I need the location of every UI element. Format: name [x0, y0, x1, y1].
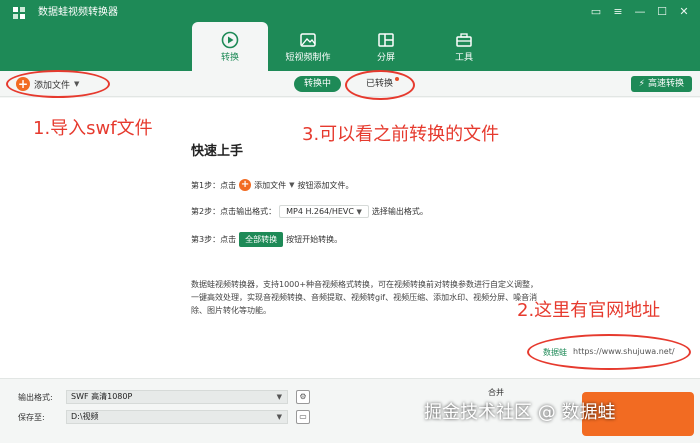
merge-label[interactable]: 合并 — [488, 387, 504, 398]
maximize-icon[interactable]: ☐ — [654, 4, 670, 20]
annotation-import: 1.导入swf文件 — [33, 118, 153, 139]
step-1-button-label[interactable]: 添加文件 — [254, 180, 286, 191]
step-2-suffix: 选择输出格式。 — [371, 207, 428, 216]
fast-convert-label: 高速转换 — [647, 79, 684, 89]
chevron-down-icon: ▼ — [276, 413, 282, 421]
convert-icon — [221, 31, 239, 49]
tab-short-video-label: 短视频制作 — [285, 53, 331, 63]
step-3: 第3步：点击 全部转换 按钮开始转换。 — [191, 232, 342, 247]
tab-convert[interactable]: 转换 — [192, 22, 268, 71]
output-format-chip-label: MP4 H.264/HEVC — [286, 207, 354, 216]
highlight-oval-add-file — [6, 70, 110, 98]
step-3-suffix: 按钮开始转换。 — [286, 235, 343, 244]
chevron-down-icon: ▼ — [276, 393, 282, 401]
fast-convert-button[interactable]: ⚡ 高速转换 — [630, 76, 692, 92]
convert-all-chip[interactable]: 全部转换 — [239, 232, 284, 247]
settings-icon[interactable]: ⚙ — [296, 390, 310, 404]
step-1-prefix: 第1步：点击 — [191, 180, 237, 190]
chevron-down-icon: ▼ — [289, 181, 295, 189]
step-3-prefix: 第3步：点击 — [191, 235, 237, 244]
output-format-label: 输出格式: — [18, 393, 53, 402]
quick-start-title: 快速上手 — [191, 144, 244, 159]
step-1-suffix: 按钮添加文件。 — [297, 180, 354, 190]
split-screen-icon — [378, 33, 394, 47]
plus-icon: + — [239, 179, 252, 191]
step-1: 第1步：点击 + 添加文件 ▼ 按钮添加文件。 — [191, 179, 353, 191]
window-controls: ▭ ≡ — ☐ ✕ — [588, 4, 692, 20]
image-icon — [300, 33, 316, 47]
output-format-value: SWF 高清1080P — [71, 392, 133, 401]
save-to-select[interactable]: D:\视频 ▼ — [66, 410, 288, 424]
chat-icon[interactable]: ▭ — [588, 4, 604, 20]
tab-short-video[interactable]: 短视频制作 — [270, 22, 346, 71]
highlight-oval-site — [527, 334, 691, 370]
step-2: 第2步：点击输出格式： MP4 H.264/HEVC ▼ 选择输出格式。 — [191, 205, 428, 218]
watermark: 掘金技术社区 @ 数据蛙 — [424, 402, 616, 423]
main-tabs: 转换 短视频制作 分屏 工具 — [192, 22, 504, 71]
lightning-icon: ⚡ — [638, 79, 645, 89]
save-to-value: D:\视频 — [71, 412, 99, 421]
output-format-select[interactable]: SWF 高清1080P ▼ — [66, 390, 288, 404]
highlight-oval-converted — [345, 70, 415, 100]
toolbox-icon — [456, 33, 472, 47]
menu-icon[interactable]: ≡ — [610, 4, 626, 20]
tab-split-screen-label: 分屏 — [376, 53, 395, 63]
app-title: 数据蛙视频转换器 — [38, 7, 118, 18]
annotation-history: 3.可以看之前转换的文件 — [302, 124, 500, 145]
tab-split-screen[interactable]: 分屏 — [348, 22, 424, 71]
app-description: 数据蛙视频转换器，支持1000+种音视频格式转换，可在视频转换前对转换参数进行自… — [191, 280, 539, 315]
tab-converting[interactable]: 转换中 — [294, 76, 342, 92]
minimize-icon[interactable]: — — [632, 4, 648, 20]
step-2-prefix: 第2步：点击输出格式： — [191, 207, 277, 216]
save-to-label: 保存至: — [18, 413, 45, 422]
tab-tools-label: 工具 — [454, 53, 473, 63]
folder-icon[interactable]: ▭ — [296, 410, 310, 424]
output-format-chip[interactable]: MP4 H.264/HEVC ▼ — [279, 205, 369, 218]
tab-tools[interactable]: 工具 — [426, 22, 502, 71]
close-icon[interactable]: ✕ — [676, 4, 692, 20]
annotation-site: 2.这里有官网地址 — [517, 300, 661, 321]
tab-convert-label: 转换 — [220, 53, 239, 63]
title-bar: 数据蛙视频转换器 ▭ ≡ — ☐ ✕ 转换 短视频制作 分屏 工具 — [0, 0, 700, 71]
chevron-down-icon: ▼ — [356, 208, 362, 216]
app-logo-icon — [13, 7, 25, 19]
